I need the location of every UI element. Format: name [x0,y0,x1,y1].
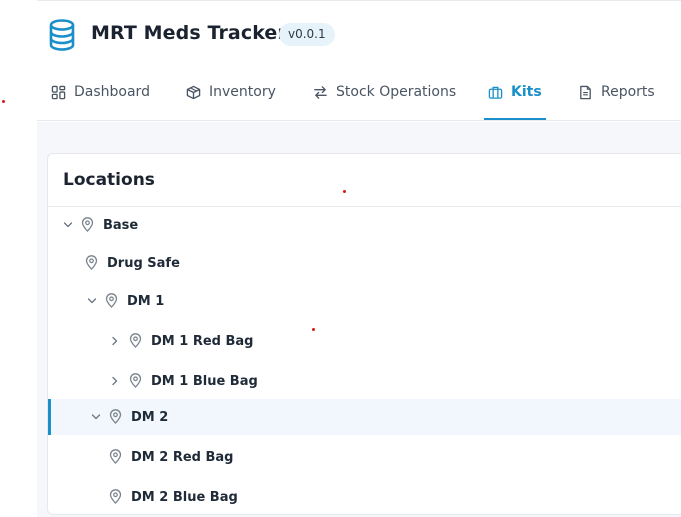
header-top-border [37,0,681,1]
location-pin-icon [105,293,118,308]
tree-node-label: DM 2 [131,409,169,425]
tree-node-drug-safe[interactable]: Drug Safe [48,245,681,281]
database-icon [49,19,75,51]
tab-dashboard-label: Dashboard [74,84,150,100]
panel-title: Locations [63,170,155,190]
tree-node-dm-1-red-bag[interactable]: DM 1 Red Bag [48,321,681,361]
swap-arrows-icon [314,86,327,99]
tab-reports[interactable]: Reports [578,73,655,121]
tab-stock-operations-label: Stock Operations [336,84,457,100]
location-pin-icon [129,333,142,348]
red-dot-marker [312,328,315,331]
left-margin [0,0,37,517]
tab-dashboard[interactable]: Dashboard [51,73,150,121]
app-title: MRT Meds Tracker [91,22,287,44]
location-pin-icon [129,373,142,388]
tree-node-dm-2-blue-bag[interactable]: DM 2 Blue Bag [48,477,681,514]
tree-node-label: DM 1 [127,293,165,309]
chevron-down-icon[interactable] [87,296,97,306]
location-pin-icon [81,217,94,232]
chevron-right-icon[interactable] [110,376,120,386]
tab-stock-operations[interactable]: Stock Operations [313,73,456,121]
red-dot-marker [343,190,346,193]
selected-indicator [48,399,51,435]
chevron-down-icon[interactable] [91,412,101,422]
tree-node-label: Drug Safe [107,255,180,271]
chevron-right-icon[interactable] [110,336,120,346]
tree-node-label: DM 1 Red Bag [151,333,254,349]
tab-inventory[interactable]: Inventory [186,73,276,121]
version-badge: v0.0.1 [279,23,335,46]
kit-bag-icon [488,86,503,99]
dashboard-icon [51,85,66,100]
app-header: MRT Meds Tracker v0.0.1 Dashboard Invent [37,0,681,121]
location-pin-icon [109,409,122,424]
tree-node-dm-2-red-bag[interactable]: DM 2 Red Bag [48,437,681,477]
chevron-down-icon[interactable] [63,220,73,230]
tree-node-label: DM 2 Red Bag [131,449,234,465]
location-pin-icon [109,449,122,464]
active-tab-underline [484,118,546,120]
red-dot-marker [2,100,5,103]
app-window: MRT Meds Tracker v0.0.1 Dashboard Invent [0,0,681,517]
box-icon [186,85,201,100]
location-pin-icon [85,255,98,270]
locations-panel: Locations Base Drug Safe DM 1 DM 1 Red B… [47,153,681,515]
tree-node-dm-1[interactable]: DM 1 [48,283,681,319]
tree-node-dm-1-blue-bag[interactable]: DM 1 Blue Bag [48,361,681,401]
document-icon [580,85,591,100]
location-pin-icon [109,489,122,504]
main-nav-tabs: Dashboard Inventory Stock Operations Kit… [37,73,681,121]
tab-inventory-label: Inventory [209,84,276,100]
tree-node-label: DM 2 Blue Bag [131,489,238,505]
tree-node-label: Base [103,217,139,233]
tab-kits-label: Kits [511,84,542,100]
tab-kits[interactable]: Kits [484,73,546,121]
tree-node-base[interactable]: Base [48,207,681,243]
tree-node-label: DM 1 Blue Bag [151,373,258,389]
tree-node-dm-2[interactable]: DM 2 [48,399,681,435]
tab-reports-label: Reports [601,84,655,100]
